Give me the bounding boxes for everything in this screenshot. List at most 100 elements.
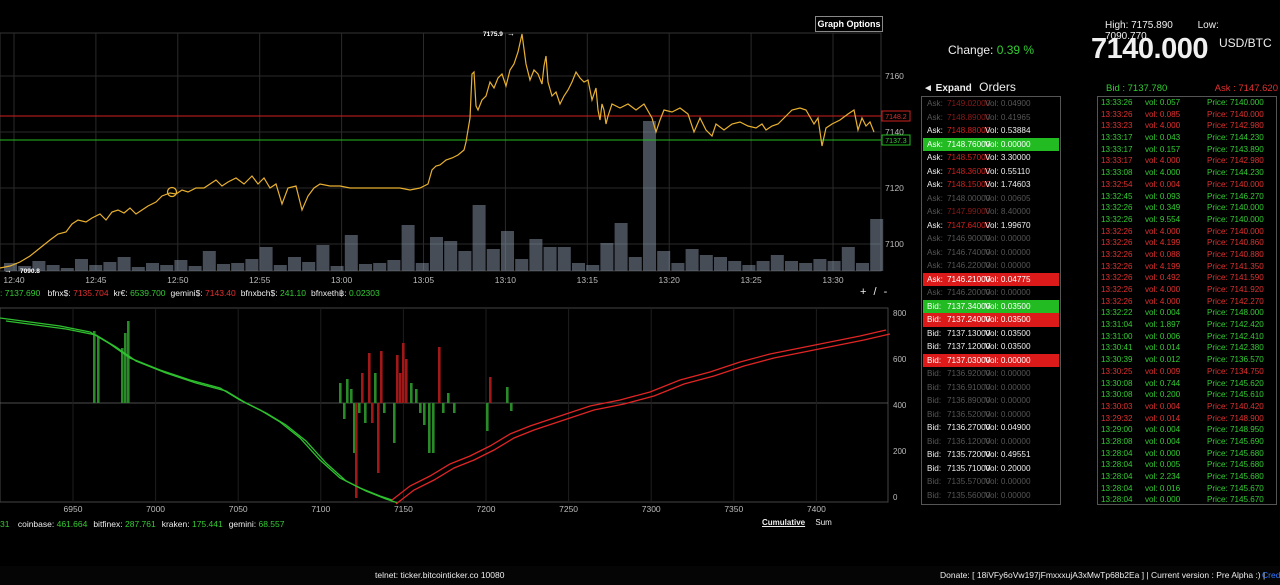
trade-row: 13:32:26 vol: 4.000 Price: 7140.000 (1101, 226, 1264, 236)
cumulative-toggle[interactable]: Cumulative (762, 518, 805, 527)
time-tick-label: 13:05 (413, 275, 435, 285)
order-row[interactable]: Bid: 7136.91000Vol: 0.00000 (923, 381, 1059, 395)
sum-toggle[interactable]: Sum (815, 518, 831, 527)
time-tick-label: 12:45 (85, 275, 107, 285)
order-row[interactable]: Bid: 7137.34000Vol: 0.03500 (923, 299, 1059, 313)
time-tick-label: 13:25 (740, 275, 762, 285)
order-row[interactable]: Ask: 7148.36000Vol: 0.55110 (923, 165, 1059, 179)
depth-volume-tick: 800 (893, 309, 907, 318)
order-row[interactable]: Bid: 7137.12000Vol: 0.03500 (923, 340, 1059, 354)
order-row[interactable]: Bid: 7135.71000Vol: 0.20000 (923, 462, 1059, 476)
footer: telnet: ticker.bitcointicker.co 10080 Do… (0, 566, 1280, 585)
volume-bar (501, 231, 514, 271)
trade-row: 13:33:26 vol: 0.057 Price: 7140.000 (1101, 98, 1264, 107)
order-row[interactable]: Ask: 7147.99000Vol: 8.40000 (923, 205, 1059, 219)
depth-price-tick: 7000 (146, 504, 165, 514)
order-row[interactable]: Bid: 7135.56000Vol: 0.00000 (923, 489, 1059, 503)
order-row[interactable]: Bid: 7137.24000Vol: 0.03500 (923, 313, 1059, 327)
change-label: Change: (948, 43, 994, 57)
depth-chart[interactable]: 6950 7000 7050 7100 7150 7200 7250 7300 7350 7400… (0, 300, 915, 518)
depth-order-bar (432, 403, 435, 453)
depth-price-tick: 7200 (477, 504, 496, 514)
depth-order-bar (410, 383, 413, 403)
volume-bar (273, 265, 287, 271)
order-row[interactable]: Bid: 7136.52000Vol: 0.00000 (923, 408, 1059, 422)
volume-bar (458, 251, 472, 271)
order-row[interactable]: Ask: 7149.02000Vol: 0.04900 (923, 97, 1059, 111)
volume-bar (671, 263, 685, 271)
depth-order-bar (374, 373, 377, 403)
expand-button[interactable]: ◄ Expand (923, 83, 972, 94)
depth-price-tick: 7300 (642, 504, 661, 514)
trade-row: 13:32:45 vol: 0.093 Price: 7146.270 (1101, 191, 1264, 201)
trade-row: 13:33:17 vol: 4.000 Price: 7142.980 (1101, 156, 1264, 166)
volume-bar (231, 263, 245, 271)
order-row[interactable]: Bid: 7137.13000Vol: 0.03500 (923, 327, 1059, 341)
volume-bar (770, 255, 784, 271)
price-cursor-marker (166, 186, 178, 198)
volume-bar (415, 263, 429, 271)
bid-ask-summary: Bid : 7137.780 Ask : 7147.620 (1106, 83, 1278, 94)
order-row[interactable]: Ask: 7146.21000Vol: 0.04775 (923, 272, 1059, 286)
volume-bar (302, 262, 316, 271)
volume-bar (160, 265, 174, 271)
order-book[interactable]: Ask: 7149.02000Vol: 0.04900 Ask: 7148.89000… (921, 96, 1061, 505)
volume-bar (472, 205, 486, 271)
time-tick-label: 13:20 (659, 275, 681, 285)
trade-row: 13:29:00 vol: 0.004 Price: 7148.950 (1101, 425, 1264, 435)
graph-options-button[interactable]: Graph Options (815, 16, 883, 32)
volume-bar (330, 266, 344, 271)
depth-order-bar (346, 379, 349, 403)
order-row[interactable]: Ask: 7148.15000Vol: 1.74603 (923, 178, 1059, 192)
depth-volume-tick: 400 (893, 401, 907, 410)
zoom-control[interactable]: + / - (860, 286, 889, 298)
trade-row: 13:28:04 vol: 0.000 Price: 7145.670 (1101, 495, 1264, 505)
depth-order-bar (339, 383, 342, 403)
trade-row: 13:29:32 vol: 0.014 Price: 7148.900 (1101, 413, 1264, 423)
order-row[interactable]: Bid: 7136.89000Vol: 0.00000 (923, 394, 1059, 408)
trade-row: 13:33:17 vol: 0.157 Price: 7143.890 (1101, 144, 1264, 154)
trade-row: 13:28:04 vol: 0.005 Price: 7145.680 (1101, 460, 1264, 470)
volume-bar (117, 257, 131, 271)
ask-depth-curve (391, 329, 887, 501)
order-row[interactable]: Bid: 7136.92000Vol: 0.00000 (923, 367, 1059, 381)
order-row[interactable]: Bid: 7135.72000Vol: 0.49551 (923, 448, 1059, 462)
volume-bar (444, 241, 458, 271)
order-row[interactable]: Ask: 7146.90000Vol: 0.00000 (923, 232, 1059, 246)
depth-order-bar (368, 353, 371, 403)
trade-row: 13:32:26 vol: 0.088 Price: 7140.880 (1101, 249, 1264, 259)
trade-row: 13:32:54 vol: 0.004 Price: 7140.000 (1101, 179, 1264, 189)
trade-row: 13:31:00 vol: 0.006 Price: 7142.410 (1101, 331, 1264, 341)
order-row[interactable]: Bid: 7136.12000Vol: 0.00000 (923, 435, 1059, 449)
order-row[interactable]: Ask: 7147.64000Vol: 1.99670 (923, 219, 1059, 233)
volume-ticker-item: kraken: 175.441 (161, 519, 223, 529)
order-row[interactable]: Bid: 7136.27000Vol: 0.04900 (923, 421, 1059, 435)
exchange-volume-ticker: 31 coinbase: 461.664 bitfinex: 287.761 kra… (0, 519, 284, 529)
credits-link[interactable]: Cred (1262, 570, 1280, 580)
high-marker: 7175.9 (483, 31, 503, 38)
volume-bar (742, 265, 756, 271)
order-row[interactable]: Ask: 7146.20000Vol: 0.00000 (923, 286, 1059, 300)
volume-ticker-item: coinbase: 461.664 (17, 519, 88, 529)
low-marker: 7090.8 (20, 268, 40, 275)
volume-bar (515, 259, 529, 271)
order-row[interactable]: Ask: 7148.89000Vol: 0.41965 (923, 111, 1059, 125)
order-row[interactable]: Bid: 7135.57000Vol: 0.00000 (923, 475, 1059, 489)
order-row[interactable]: Ask: 7148.00000Vol: 0.00605 (923, 192, 1059, 206)
order-row[interactable]: Bid: 7137.03000Vol: 0.00000 (923, 353, 1059, 367)
order-row[interactable]: Ask: 7148.76000Vol: 0.00000 (923, 137, 1059, 151)
order-row[interactable]: Ask: 7148.88000Vol: 0.53884 (923, 124, 1059, 138)
order-row[interactable]: Ask: 7146.74000Vol: 0.00000 (923, 246, 1059, 260)
price-unit: USD/BTC (1219, 36, 1272, 50)
bid-depth-curve (0, 317, 393, 501)
trade-history[interactable]: 13:33:26 vol: 0.057 Price: 7140.000 13:33:2… (1097, 96, 1277, 505)
depth-order-bar (93, 331, 96, 403)
order-row[interactable]: Ask: 7146.22000Vol: 0.00000 (923, 259, 1059, 273)
volume-bar (685, 249, 699, 271)
price-chart[interactable]: 7160714071207100 12:40 12:45 12:50 12:55 13:… (0, 0, 915, 300)
best-ask: Ask : 7147.620 (1214, 83, 1278, 94)
depth-order-bar (486, 403, 489, 431)
trade-row: 13:32:26 vol: 4.199 Price: 7141.350 (1101, 261, 1264, 271)
order-row[interactable]: Ask: 7148.57000Vol: 3.30000 (923, 151, 1059, 165)
exchange-ticker-item: bfnxeth฿: 0.02303 (311, 288, 380, 298)
